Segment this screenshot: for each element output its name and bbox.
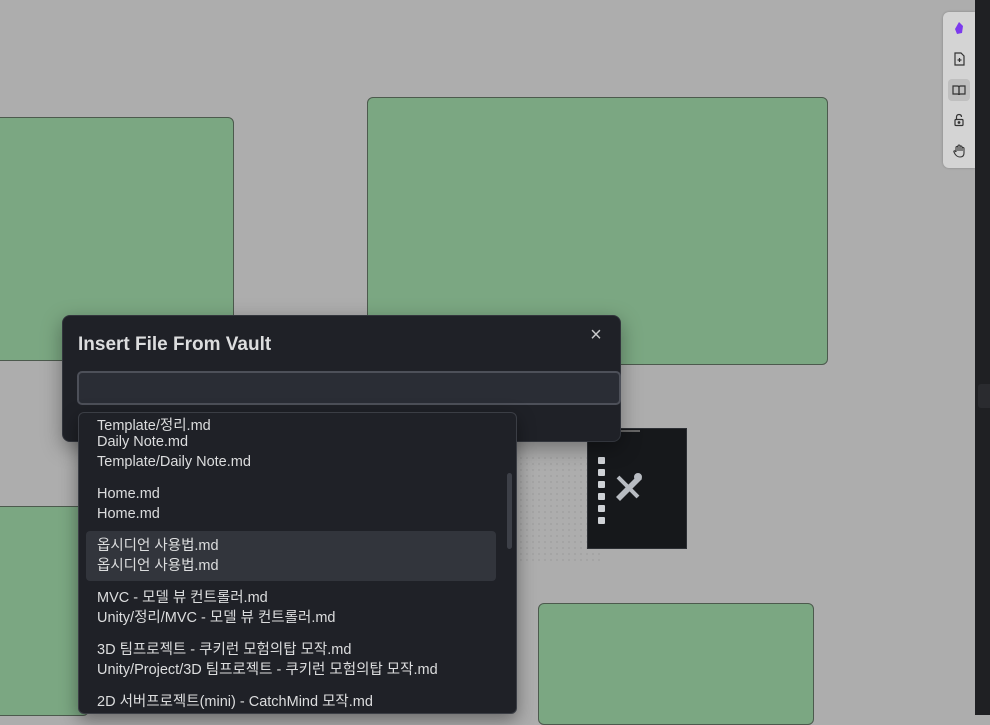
suggestion-item-selected[interactable]: 옵시디언 사용법.md 옵시디언 사용법.md	[86, 531, 496, 581]
close-button[interactable]: ×	[586, 325, 606, 345]
file-search-input[interactable]	[77, 371, 621, 405]
hand-icon[interactable]	[948, 140, 970, 162]
suggestion-item[interactable]: MVC - 모델 뷰 컨트롤러.md Unity/정리/MVC - 모델 뷰 컨…	[86, 583, 496, 633]
file-plus-icon[interactable]	[948, 48, 970, 70]
suggestion-path: Template/Daily Note.md	[97, 454, 251, 470]
obsidian-logo-icon[interactable]	[948, 17, 970, 39]
panel-collapse-handle[interactable]	[978, 384, 990, 408]
suggestion-path: Unity/정리/MVC - 모델 뷰 컨트롤러.md	[97, 610, 336, 626]
file-suggestion-list[interactable]: Template/정리.md Daily Note.md Template/Da…	[78, 412, 517, 714]
suggestion-path: Home.md	[97, 506, 160, 522]
suggestion-name: MVC - 모델 뷰 컨트롤러.md	[97, 590, 268, 606]
suggestion-item[interactable]: Daily Note.md Template/Daily Note.md	[86, 427, 496, 477]
suggestion-name: 2D 서버프로젝트(mini) - CatchMind 모작.md	[97, 694, 373, 710]
node-corner-handle	[620, 430, 640, 432]
canvas-card[interactable]	[0, 506, 89, 716]
suggestion-name: 옵시디언 사용법.md	[97, 538, 219, 554]
embedded-image-node[interactable]	[587, 428, 687, 549]
canvas-card[interactable]	[538, 603, 814, 725]
suggestion-name: 3D 팀프로젝트 - 쿠키런 모험의탑 모작.md	[97, 642, 352, 658]
book-open-icon[interactable]	[948, 79, 970, 101]
suggestion-item[interactable]: Home.md Home.md	[86, 479, 496, 529]
suggestion-name: Home.md	[97, 486, 160, 502]
suggestion-item[interactable]: 2D 서버프로젝트(mini) - CatchMind 모작.md	[86, 687, 496, 713]
suggestion-path: Unity/Project/3D 팀프로젝트 - 쿠키런 모험의탑 모작.md	[97, 662, 438, 678]
suggestion-name: Daily Note.md	[97, 434, 189, 450]
tools-icon	[616, 473, 642, 501]
right-side-panel	[975, 0, 990, 715]
suggestion-path: 옵시디언 사용법.md	[97, 558, 219, 574]
suggestion-item[interactable]: 3D 팀프로젝트 - 쿠키런 모험의탑 모작.md Unity/Project/…	[86, 635, 496, 685]
mini-toolbar	[598, 457, 606, 533]
modal-title: Insert File From Vault	[78, 334, 272, 355]
canvas-toolbar	[943, 12, 975, 168]
unlock-icon[interactable]	[948, 109, 970, 131]
list-scrollbar[interactable]	[507, 473, 512, 549]
